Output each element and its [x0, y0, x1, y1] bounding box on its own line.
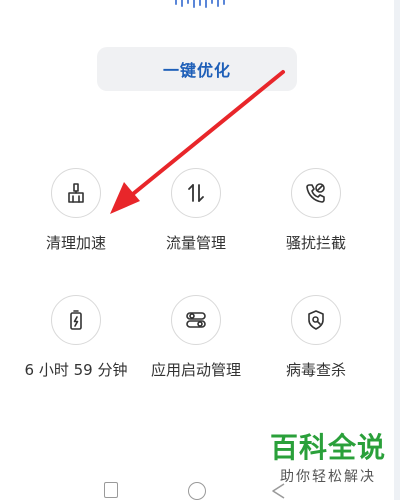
up-down-arrows-icon: [171, 168, 221, 218]
one-click-optimize-button[interactable]: 一键优化: [97, 47, 297, 91]
tile-app-launch-management[interactable]: 应用启动管理: [136, 295, 256, 395]
tile-battery[interactable]: 6 小时 59 分钟: [16, 295, 136, 395]
recent-apps-icon[interactable]: [104, 482, 118, 498]
home-icon[interactable]: [188, 482, 206, 500]
tile-clean-speedup[interactable]: 清理加速: [16, 168, 136, 268]
tile-label: 应用启动管理: [150, 361, 241, 379]
tile-label: 病毒查杀: [285, 361, 346, 379]
tile-virus-scan[interactable]: 病毒查杀: [256, 295, 376, 395]
shield-search-icon: [291, 295, 341, 345]
watermark-subtitle: 助你轻松解决: [280, 469, 376, 485]
tile-harassment-block[interactable]: 骚扰拦截: [256, 168, 376, 268]
watermark-title: 百科全说: [269, 431, 386, 464]
battery-icon: [51, 295, 101, 345]
broom-icon: [51, 168, 101, 218]
tile-label: 6 小时 59 分钟: [24, 361, 128, 379]
screen-edge: [394, 0, 400, 500]
tile-label: 流量管理: [165, 234, 226, 252]
watermark-logo: 百科全说 助你轻松解决: [264, 432, 392, 486]
tile-label: 清理加速: [45, 234, 106, 252]
toggle-switches-icon: [171, 295, 221, 345]
sound-wave-graphic: [175, 0, 225, 8]
tile-data-usage[interactable]: 流量管理: [136, 168, 256, 268]
blocked-call-icon: [291, 168, 341, 218]
tile-label: 骚扰拦截: [285, 234, 346, 252]
